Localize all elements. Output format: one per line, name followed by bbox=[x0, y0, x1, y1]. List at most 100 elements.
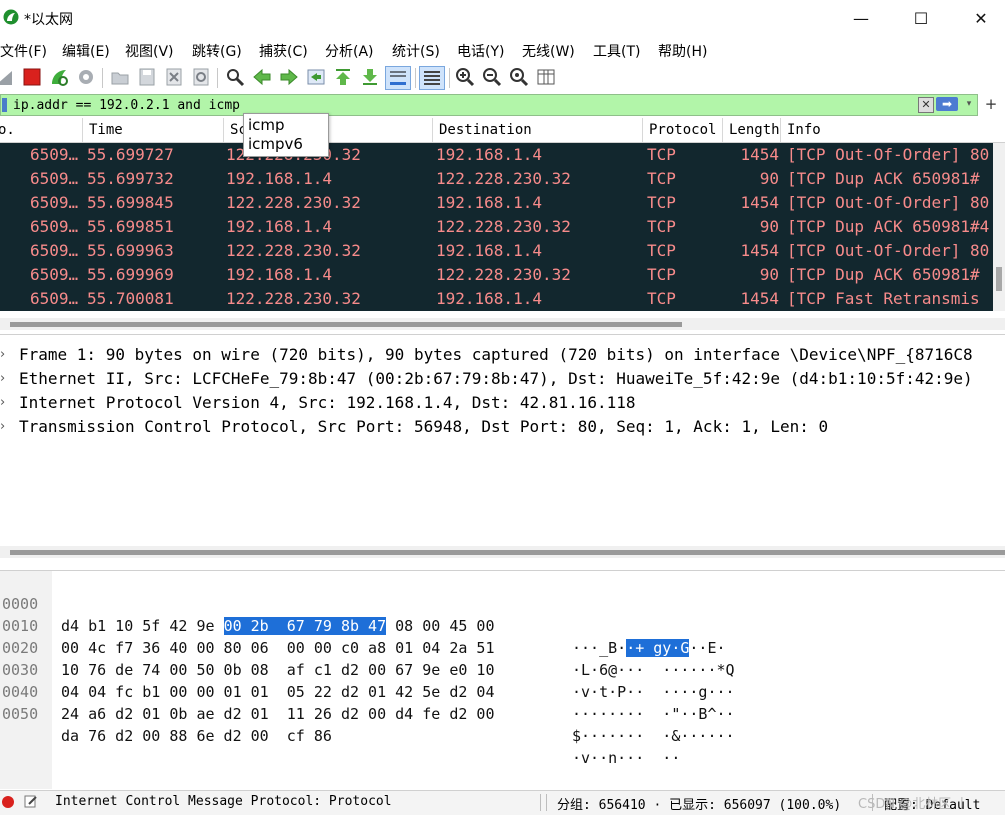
capture-options-gear-icon[interactable] bbox=[76, 67, 96, 87]
packet-destination: 192.168.1.4 bbox=[436, 193, 542, 212]
chevron-right-icon[interactable]: › bbox=[0, 343, 14, 367]
restart-capture-icon[interactable] bbox=[49, 67, 69, 87]
packet-no: 6509… bbox=[30, 169, 79, 188]
go-forward-arrow-icon[interactable] bbox=[279, 67, 299, 87]
packet-length: 90 bbox=[759, 169, 779, 188]
chevron-right-icon[interactable]: › bbox=[0, 415, 14, 439]
apply-filter-button[interactable]: ➡ bbox=[936, 97, 958, 111]
ascii-bytes[interactable]: ···_B··+ gy·G··E· bbox=[572, 637, 726, 659]
column-header-length[interactable]: Length bbox=[723, 118, 781, 142]
auto-scroll-icon[interactable] bbox=[385, 66, 411, 90]
packet-length: 1454 bbox=[740, 193, 779, 212]
save-file-icon[interactable] bbox=[137, 67, 157, 87]
menu-wireless[interactable]: 无线(W) bbox=[522, 41, 575, 61]
hex-bytes[interactable]: 24 a6 d2 01 0b ae d2 01 11 26 d2 00 d4 f… bbox=[61, 703, 494, 725]
maximize-button[interactable]: ☐ bbox=[898, 0, 944, 36]
clear-filter-button[interactable]: ✕ bbox=[918, 97, 934, 113]
ascii-bytes[interactable]: ·L·6@··· ······*Q bbox=[572, 659, 735, 681]
packet-list-horizontal-scrollbar[interactable] bbox=[0, 318, 1005, 330]
expert-info-icon[interactable] bbox=[2, 796, 14, 808]
chevron-right-icon[interactable]: › bbox=[0, 367, 14, 391]
scrollbar-thumb[interactable] bbox=[996, 267, 1002, 291]
packet-no: 6509… bbox=[30, 145, 79, 164]
resize-columns-icon[interactable] bbox=[536, 67, 556, 87]
menu-telephony[interactable]: 电话(Y) bbox=[457, 41, 504, 61]
packet-list-vertical-scrollbar[interactable] bbox=[993, 143, 1005, 311]
go-to-packet-icon[interactable] bbox=[306, 67, 326, 87]
clear-filter-icon: ✕ bbox=[921, 98, 931, 111]
detail-row-ipv4[interactable]: › Internet Protocol Version 4, Src: 192.… bbox=[0, 391, 1005, 415]
details-horizontal-scrollbar[interactable] bbox=[0, 546, 1005, 558]
last-packet-icon[interactable] bbox=[360, 67, 380, 87]
packet-protocol: TCP bbox=[647, 265, 676, 284]
menu-statistics[interactable]: 统计(S) bbox=[392, 41, 440, 61]
packet-row[interactable]: 6509… 55.699969 192.168.1.4 122.228.230.… bbox=[0, 263, 993, 287]
detail-row-ethernet[interactable]: › Ethernet II, Src: LCFCHeFe_79:8b:47 (0… bbox=[0, 367, 1005, 391]
edit-comment-icon[interactable] bbox=[24, 794, 38, 808]
ascii-bytes[interactable]: $······· ·&······ bbox=[572, 725, 735, 747]
close-button[interactable]: ✕ bbox=[958, 0, 1004, 36]
toolbar-separator bbox=[449, 68, 450, 88]
display-filter-input[interactable] bbox=[13, 96, 903, 114]
autocomplete-item-icmp[interactable]: icmp bbox=[248, 116, 285, 134]
packet-row[interactable]: 6509… 55.700081 122.228.230.32 192.168.1… bbox=[0, 287, 993, 311]
menu-capture[interactable]: 捕获(C) bbox=[259, 41, 308, 61]
packet-destination: 192.168.1.4 bbox=[436, 241, 542, 260]
filter-bookmark-icon[interactable] bbox=[2, 98, 7, 112]
column-header-destination[interactable]: Destination bbox=[433, 118, 643, 142]
column-header-info[interactable]: Info bbox=[781, 118, 1005, 142]
packet-time: 55.699845 bbox=[87, 193, 174, 212]
watermark: CSDN @北林区 丨 bbox=[858, 797, 969, 812]
hex-bytes[interactable]: 10 76 de 74 00 50 0b 08 af c1 d2 00 67 9… bbox=[61, 659, 494, 681]
column-header-time[interactable]: Time bbox=[83, 118, 224, 142]
zoom-in-icon[interactable] bbox=[455, 67, 475, 87]
start-capture-fin-icon[interactable] bbox=[0, 67, 14, 87]
open-file-icon[interactable] bbox=[110, 67, 130, 87]
stop-capture-icon[interactable] bbox=[22, 67, 42, 87]
ascii-bytes[interactable]: ·v·t·P·· ····g··· bbox=[572, 681, 735, 703]
filter-history-dropdown[interactable]: ▾ bbox=[963, 97, 975, 111]
ascii-bytes[interactable]: ·v··n··· ·· bbox=[572, 747, 680, 769]
toolbar-separator bbox=[217, 68, 218, 88]
status-packet-count: 分组: 656410 · 已显示: 656097 (100.0%) bbox=[557, 798, 842, 813]
ascii-bytes[interactable]: ········ ·"··B^·· bbox=[572, 703, 735, 725]
display-filter-bar: ✕ ➡ ▾ bbox=[0, 94, 978, 116]
packet-destination: 122.228.230.32 bbox=[436, 265, 571, 284]
zoom-out-icon[interactable] bbox=[482, 67, 502, 87]
close-file-icon[interactable] bbox=[164, 67, 184, 87]
detail-row-tcp[interactable]: › Transmission Control Protocol, Src Por… bbox=[0, 415, 1005, 439]
hex-bytes[interactable]: d4 b1 10 5f 42 9e 00 2b 67 79 8b 47 08 0… bbox=[61, 615, 495, 637]
packet-no: 6509… bbox=[30, 193, 79, 212]
menu-edit[interactable]: 编辑(E) bbox=[62, 41, 110, 61]
chevron-right-icon[interactable]: › bbox=[0, 391, 14, 415]
packet-row[interactable]: 6509… 55.699732 192.168.1.4 122.228.230.… bbox=[0, 167, 993, 191]
menu-file[interactable]: 文件(F) bbox=[0, 41, 47, 61]
column-header-no[interactable]: o. bbox=[0, 118, 83, 142]
find-packet-magnifier-icon[interactable] bbox=[225, 67, 245, 87]
hex-bytes[interactable]: 00 4c f7 36 40 00 80 06 00 00 c0 a8 01 0… bbox=[61, 637, 494, 659]
detail-row-frame[interactable]: › Frame 1: 90 bytes on wire (720 bits), … bbox=[0, 343, 1005, 367]
first-packet-icon[interactable] bbox=[333, 67, 353, 87]
menu-analyze[interactable]: 分析(A) bbox=[325, 41, 374, 61]
menu-go[interactable]: 跳转(G) bbox=[192, 41, 242, 61]
packet-row[interactable]: 6509… 55.699727 122.228.230.32 192.168.1… bbox=[0, 143, 993, 167]
packet-row[interactable]: 6509… 55.699963 122.228.230.32 192.168.1… bbox=[0, 239, 993, 263]
colorize-list-icon[interactable] bbox=[419, 66, 445, 90]
go-back-arrow-icon[interactable] bbox=[252, 67, 272, 87]
scrollbar-thumb[interactable] bbox=[10, 322, 682, 327]
reload-file-icon[interactable] bbox=[191, 67, 211, 87]
autocomplete-item-icmpv6[interactable]: icmpv6 bbox=[248, 135, 303, 153]
scrollbar-thumb[interactable] bbox=[10, 550, 1005, 555]
hex-bytes[interactable]: da 76 d2 00 88 6e d2 00 cf 86 bbox=[61, 725, 332, 747]
minimize-button[interactable]: — bbox=[838, 0, 884, 36]
hex-bytes[interactable]: 04 04 fc b1 00 00 01 01 05 22 d2 01 42 5… bbox=[61, 681, 494, 703]
status-separator bbox=[540, 794, 541, 811]
normal-size-icon[interactable] bbox=[509, 67, 529, 87]
menu-view[interactable]: 视图(V) bbox=[125, 41, 174, 61]
packet-row[interactable]: 6509… 55.699845 122.228.230.32 192.168.1… bbox=[0, 191, 993, 215]
menu-tools[interactable]: 工具(T) bbox=[593, 41, 640, 61]
add-filter-button[interactable]: + bbox=[982, 94, 1000, 114]
menu-help[interactable]: 帮助(H) bbox=[658, 41, 707, 61]
column-header-protocol[interactable]: Protocol bbox=[643, 118, 723, 142]
packet-row[interactable]: 6509… 55.699851 192.168.1.4 122.228.230.… bbox=[0, 215, 993, 239]
